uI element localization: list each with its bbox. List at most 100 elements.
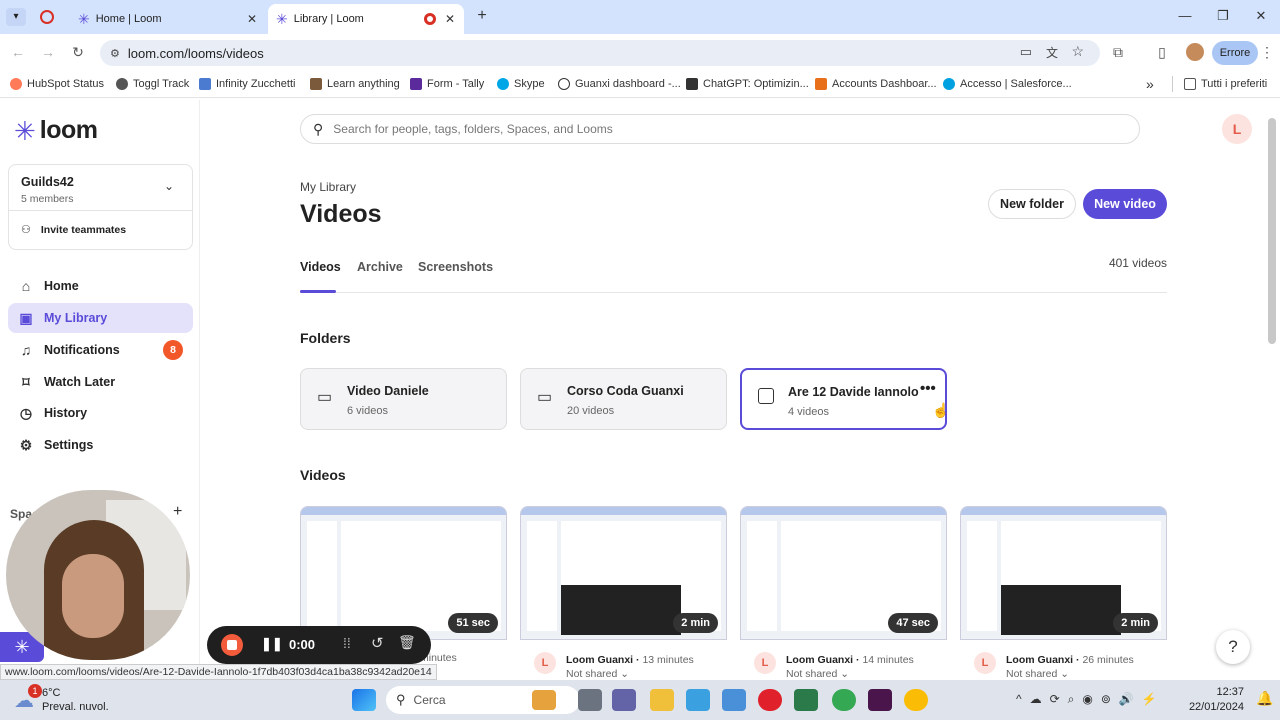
- breadcrumb[interactable]: My Library: [300, 180, 356, 194]
- sidebar-item-home[interactable]: ⌂ Home: [8, 271, 193, 301]
- video-author[interactable]: Loom Guanxi: [566, 654, 633, 666]
- trash-icon[interactable]: 🗑: [398, 634, 416, 651]
- sidebar-item-history[interactable]: ◷ History: [8, 398, 193, 428]
- notifications-icon[interactable]: 🔔: [1256, 690, 1273, 707]
- record-tab-icon[interactable]: [40, 10, 54, 24]
- tab-screenshots[interactable]: Screenshots: [418, 260, 493, 274]
- tab-archive[interactable]: Archive: [357, 260, 403, 274]
- slack-icon[interactable]: [868, 689, 892, 711]
- window-close-icon[interactable]: ✕: [1242, 0, 1280, 32]
- site-info-icon[interactable]: ⚙: [110, 47, 120, 60]
- video-author[interactable]: Loom Guanxi: [1006, 654, 1073, 666]
- bookmark-guanxi[interactable]: Guanxi dashboard -...: [558, 76, 681, 92]
- chrome-icon[interactable]: [904, 689, 928, 711]
- back-icon[interactable]: ←: [8, 42, 28, 62]
- clock-time[interactable]: 12:37: [1192, 686, 1244, 698]
- bookmark-infinity[interactable]: Infinity Zucchetti: [199, 76, 295, 92]
- windows-start-icon[interactable]: [352, 689, 376, 711]
- chrome-icon[interactable]: [832, 689, 856, 711]
- bookmark-learn[interactable]: Learn anything: [310, 76, 400, 92]
- opera-icon[interactable]: [758, 689, 782, 711]
- address-bar[interactable]: ⚙ loom.com/looms/videos ▭ 文 ☆: [100, 40, 1100, 66]
- menu-icon[interactable]: ⋮: [1258, 42, 1276, 62]
- sharing-status-dropdown[interactable]: Not shared ⌄: [1006, 668, 1069, 680]
- teams-icon[interactable]: [612, 689, 636, 711]
- sharing-status-dropdown[interactable]: Not shared ⌄: [566, 668, 629, 680]
- minimize-icon[interactable]: —: [1166, 0, 1204, 32]
- select-checkbox[interactable]: [758, 388, 774, 404]
- extensions-icon[interactable]: ⧉: [1108, 42, 1128, 62]
- loom-logo[interactable]: ✳ loom: [14, 116, 98, 145]
- star-icon[interactable]: ☆: [1071, 43, 1084, 60]
- taskbar-search-box[interactable]: ⚲ Cerca: [386, 686, 580, 714]
- bookmark-toggl[interactable]: Toggl Track: [116, 76, 189, 92]
- tab-videos[interactable]: Videos: [300, 260, 341, 274]
- more-options-icon[interactable]: •••: [920, 380, 936, 397]
- sidebar-item-settings[interactable]: ⚙ Settings: [8, 430, 193, 460]
- tab-home[interactable]: ✳ Home | Loom ✕: [70, 4, 266, 34]
- bookmark-chatgpt[interactable]: ChatGPT: Optimizin...: [686, 76, 809, 92]
- tab-library[interactable]: ✳ Library | Loom ✕: [268, 4, 464, 34]
- bookmark-label: ChatGPT: Optimizin...: [703, 78, 809, 90]
- file-explorer-icon[interactable]: [650, 689, 674, 711]
- profile-error-button[interactable]: Errore: [1212, 41, 1258, 65]
- bookmark-tally[interactable]: Form - Tally: [410, 76, 484, 92]
- new-folder-button[interactable]: New folder: [988, 189, 1076, 219]
- new-tab-button[interactable]: +: [472, 6, 492, 26]
- folder-card[interactable]: ▭ Video Daniele 6 videos: [300, 368, 507, 430]
- folder-card[interactable]: Are 12 Davide Iannolo 4 videos ••• ☝: [740, 368, 949, 430]
- bookmarks-overflow-button[interactable]: »: [1146, 76, 1154, 92]
- invite-teammates-button[interactable]: ⚇ Invite teammates: [21, 223, 126, 237]
- sharing-status: Not shared: [1006, 668, 1058, 680]
- task-view-icon[interactable]: [578, 689, 602, 711]
- video-thumbnail[interactable]: 2 min: [960, 506, 1167, 640]
- pause-icon[interactable]: ❚❚: [261, 636, 283, 652]
- tab-search-button[interactable]: ▾: [6, 8, 26, 26]
- profile-avatar[interactable]: [1186, 43, 1204, 61]
- sidepanel-icon[interactable]: ▯: [1152, 42, 1172, 62]
- tray-icons[interactable]: ^☁⟳⌕◉⊚🔊⚡: [1016, 692, 1165, 707]
- workspace-switcher[interactable]: Guilds42 5 members ⌄: [9, 165, 192, 211]
- bookmark-salesforce[interactable]: Accesso | Salesforce...: [943, 76, 1072, 92]
- close-icon[interactable]: ✕: [244, 12, 260, 26]
- forward-icon[interactable]: →: [38, 42, 58, 62]
- folder-card[interactable]: ▭ Corso Coda Guanxi 20 videos: [520, 368, 727, 430]
- video-thumbnail[interactable]: 2 min: [520, 506, 727, 640]
- search-input[interactable]: ⚲ Search for people, tags, folders, Spac…: [300, 114, 1140, 144]
- bookmark-accounts[interactable]: Accounts Dashboar...: [815, 76, 937, 92]
- new-video-button[interactable]: New video: [1083, 189, 1167, 219]
- app-icon[interactable]: [686, 689, 710, 711]
- active-tab-underline: [300, 290, 336, 293]
- camera-icon[interactable]: ▭: [1020, 44, 1032, 60]
- weather-widget[interactable]: ☁ 1 6°C Preval. nuvol.: [14, 684, 154, 716]
- video-thumbnail[interactable]: 47 sec: [740, 506, 947, 640]
- all-bookmarks-button[interactable]: Tutti i preferiti: [1184, 76, 1267, 92]
- home-icon: ⌂: [21, 278, 31, 294]
- video-ago: 14 minutes: [862, 654, 914, 666]
- webcam-bubble[interactable]: [6, 490, 190, 660]
- restart-icon[interactable]: ↺: [371, 634, 384, 652]
- sharing-status-dropdown[interactable]: Not shared ⌄: [786, 668, 849, 680]
- help-button[interactable]: ?: [1216, 630, 1250, 664]
- stop-recording-button[interactable]: [221, 634, 243, 656]
- translate-icon[interactable]: 文: [1046, 44, 1058, 61]
- reload-icon[interactable]: ↻: [68, 42, 88, 62]
- sidebar-item-my-library[interactable]: ▣ My Library: [8, 303, 193, 333]
- bookmark-hubspot[interactable]: HubSpot Status: [10, 76, 104, 92]
- bookmark-skype[interactable]: Skype: [497, 76, 545, 92]
- video-author[interactable]: Loom Guanxi: [786, 654, 853, 666]
- close-icon[interactable]: ✕: [442, 12, 458, 26]
- bookmarks-divider: [1172, 76, 1173, 92]
- page-scrollbar[interactable]: [1268, 118, 1276, 344]
- sidebar-item-notifications[interactable]: ♫ Notifications 8: [8, 335, 193, 365]
- clock-date[interactable]: 22/01/2024: [1182, 701, 1244, 713]
- drawing-tools-icon[interactable]: ⁞⁞: [343, 635, 351, 651]
- store-icon[interactable]: [722, 689, 746, 711]
- video-thumbnail[interactable]: 51 sec: [300, 506, 507, 640]
- folder-count: 4 videos: [788, 406, 829, 418]
- author-avatar: L: [974, 652, 996, 674]
- user-avatar[interactable]: L: [1222, 114, 1252, 144]
- sidebar-item-watch-later[interactable]: ⌑ Watch Later: [8, 367, 193, 397]
- app-icon[interactable]: [794, 689, 818, 711]
- maximize-icon[interactable]: ❐: [1204, 0, 1242, 32]
